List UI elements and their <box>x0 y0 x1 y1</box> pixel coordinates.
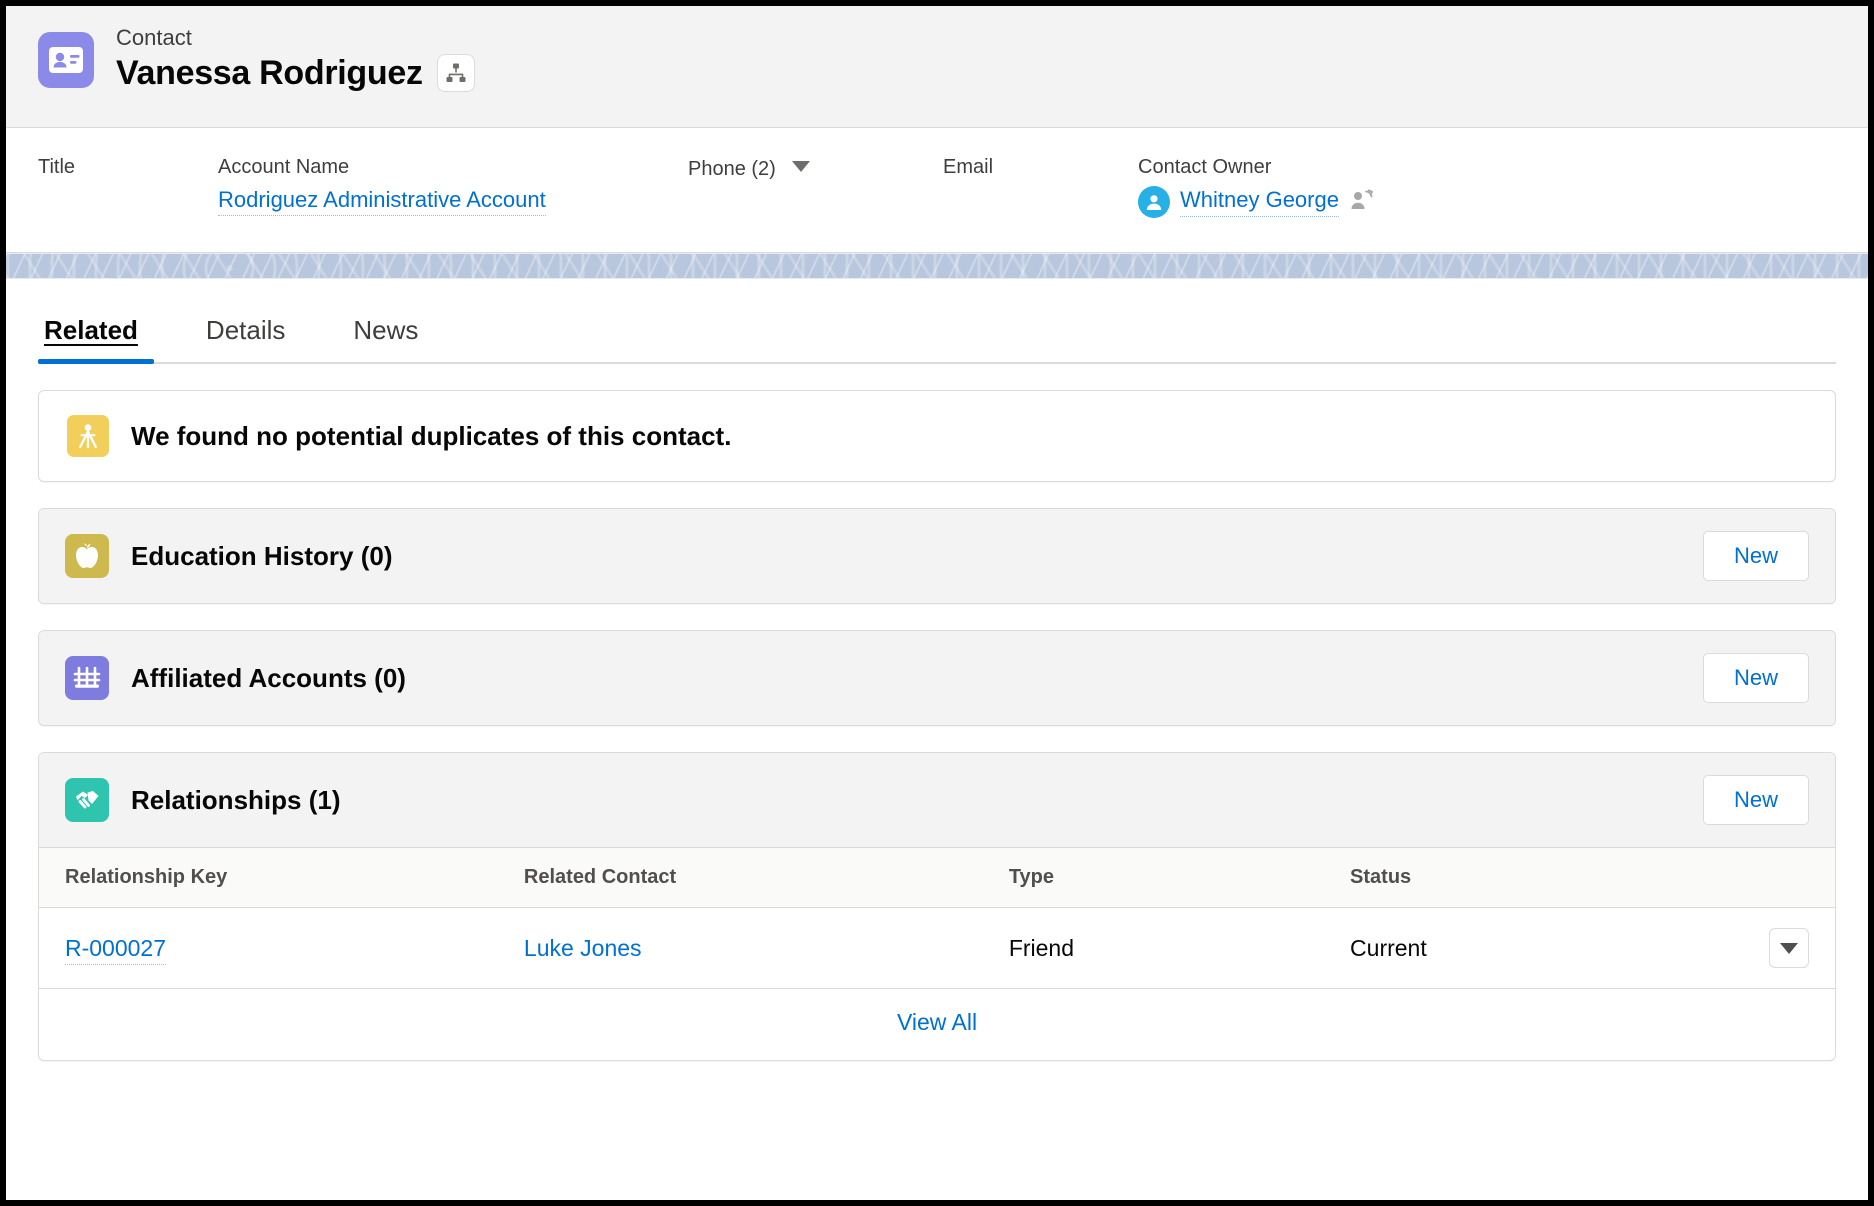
column-header-related-contact[interactable]: Related Contact <box>523 847 1009 908</box>
column-header-actions <box>1709 847 1835 908</box>
highlight-field-contact-owner: Contact Owner Whitney George <box>1138 154 1558 230</box>
relationships-header: Relationships (1) New <box>39 753 1835 847</box>
record-tabs: Related Details News <box>38 305 1836 364</box>
record-name-line: Vanessa Rodriguez <box>116 54 475 93</box>
change-owner-icon[interactable] <box>1349 189 1375 216</box>
field-value-account-name: Rodriguez Administrative Account <box>218 186 688 216</box>
highlights-panel: Title Account Name Rodriguez Administrat… <box>6 128 1868 253</box>
table-row: R-000027 Luke Jones Friend Current <box>39 907 1835 989</box>
chevron-down-icon <box>1780 942 1798 954</box>
theme-decoration-band <box>6 253 1868 279</box>
contact-card-icon <box>38 32 94 88</box>
record-header-text: Contact Vanessa Rodriguez <box>116 24 475 93</box>
cell-row-actions <box>1709 907 1835 989</box>
object-type-label: Contact <box>116 25 192 50</box>
contact-owner-row: Whitney George <box>1138 186 1558 218</box>
affiliated-accounts-header: Affiliated Accounts (0) New <box>39 631 1835 725</box>
cell-relationship-key: R-000027 <box>39 907 524 989</box>
tab-related[interactable]: Related <box>38 305 172 364</box>
view-all-link[interactable]: View All <box>897 1009 977 1035</box>
page-title: Vanessa Rodriguez <box>116 53 423 92</box>
apple-icon <box>65 534 109 578</box>
relationship-key-link[interactable]: R-000027 <box>65 934 167 965</box>
column-header-type[interactable]: Type <box>1008 847 1351 908</box>
education-history-new-button[interactable]: New <box>1702 531 1809 581</box>
relationships-title: Relationships (1) <box>131 784 341 815</box>
relationships-table: Relationship Key Related Contact Type St… <box>39 847 1835 989</box>
education-history-card: Education History (0) New <box>38 508 1836 604</box>
related-contact-link[interactable]: Luke Jones <box>524 935 642 961</box>
education-history-header: Education History (0) New <box>39 509 1835 603</box>
user-avatar-icon <box>1138 186 1170 218</box>
duplicate-merge-icon <box>67 415 109 457</box>
affiliated-accounts-title: Affiliated Accounts (0) <box>131 662 406 693</box>
tab-details[interactable]: Details <box>172 305 319 362</box>
handshake-icon <box>65 778 109 822</box>
chevron-down-icon[interactable] <box>791 154 811 180</box>
relationships-card: Relationships (1) New Relationship Key R… <box>38 752 1836 1061</box>
hierarchy-icon <box>446 63 466 83</box>
row-actions-button[interactable] <box>1769 928 1809 968</box>
education-history-title: Education History (0) <box>131 540 393 571</box>
tab-news[interactable]: News <box>319 305 452 362</box>
account-name-link[interactable]: Rodriguez Administrative Account <box>218 187 546 216</box>
contact-record-page: Contact Vanessa Rodriguez Title Account … <box>0 0 1874 1206</box>
cell-status: Current <box>1350 907 1710 989</box>
table-header-row: Relationship Key Related Contact Type St… <box>39 847 1835 908</box>
relationships-table-head: Relationship Key Related Contact Type St… <box>39 847 1835 908</box>
field-label-contact-owner: Contact Owner <box>1138 156 1272 178</box>
field-label-account-name: Account Name <box>218 156 350 178</box>
relationships-title-group: Relationships (1) <box>65 778 340 822</box>
highlight-field-account-name: Account Name Rodriguez Administrative Ac… <box>218 154 688 230</box>
highlight-field-phone: Phone (2) <box>688 154 943 230</box>
field-label-title: Title <box>38 156 76 178</box>
record-body: Related Details News We found no potenti… <box>6 305 1868 1061</box>
duplicates-alert-card: We found no potential duplicates of this… <box>38 390 1836 482</box>
education-history-title-group: Education History (0) <box>65 534 392 578</box>
hierarchy-button[interactable] <box>436 54 475 93</box>
record-header: Contact Vanessa Rodriguez <box>6 6 1868 128</box>
contact-owner-link[interactable]: Whitney George <box>1180 187 1339 217</box>
column-header-relationship-key[interactable]: Relationship Key <box>39 847 524 908</box>
highlight-field-email: Email <box>943 154 1138 230</box>
column-header-status[interactable]: Status <box>1350 847 1710 908</box>
bridge-icon <box>65 656 109 700</box>
cell-related-contact: Luke Jones <box>523 907 1009 989</box>
relationships-footer: View All <box>39 989 1835 1060</box>
relationships-table-body: R-000027 Luke Jones Friend Current <box>39 907 1835 989</box>
affiliated-accounts-new-button[interactable]: New <box>1702 653 1809 703</box>
field-label-email: Email <box>943 156 994 178</box>
highlight-field-title: Title <box>38 154 218 230</box>
relationships-new-button[interactable]: New <box>1702 775 1809 825</box>
affiliated-accounts-card: Affiliated Accounts (0) New <box>38 630 1836 726</box>
phone-label-text: Phone (2) <box>688 158 776 180</box>
field-label-phone[interactable]: Phone (2) <box>688 154 943 182</box>
duplicates-alert-message: We found no potential duplicates of this… <box>131 420 732 451</box>
affiliated-accounts-title-group: Affiliated Accounts (0) <box>65 656 406 700</box>
cell-type: Friend <box>1008 907 1351 989</box>
